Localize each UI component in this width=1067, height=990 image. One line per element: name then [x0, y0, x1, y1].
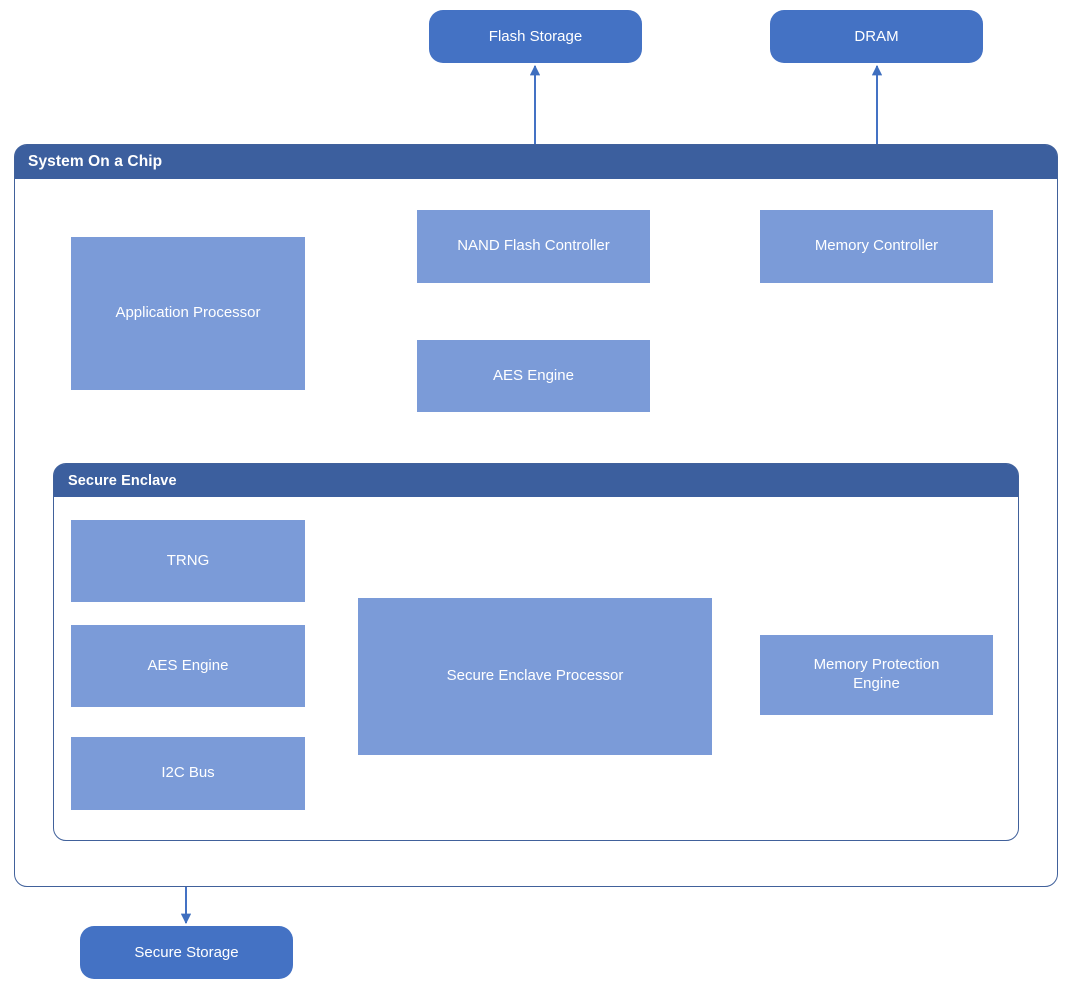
- system-on-a-chip-title: System On a Chip: [28, 153, 163, 170]
- secure-storage-node[interactable]: Secure Storage: [80, 926, 293, 979]
- secure-enclave-processor-block[interactable]: Secure Enclave Processor: [358, 598, 712, 755]
- trng-block[interactable]: TRNG: [71, 520, 305, 602]
- memory-protection-engine-label-line2: Engine: [853, 675, 900, 692]
- memory-controller-block[interactable]: Memory Controller: [760, 210, 993, 283]
- trng-label: TRNG: [166, 551, 210, 569]
- i2c-bus-block[interactable]: I2C Bus: [71, 737, 305, 810]
- flash-storage-label: Flash Storage: [488, 28, 583, 45]
- aes-engine-enclave-label: AES Engine: [147, 656, 229, 674]
- secure-storage-label: Secure Storage: [134, 944, 239, 961]
- dram-label: DRAM: [854, 28, 899, 45]
- nand-flash-controller-label: NAND Flash Controller: [457, 237, 610, 255]
- dram-node[interactable]: DRAM: [770, 10, 983, 63]
- secure-enclave-title: Secure Enclave: [68, 472, 177, 489]
- memory-controller-label: Memory Controller: [814, 237, 939, 255]
- memory-protection-engine-block[interactable]: Memory Protection Engine: [760, 635, 993, 715]
- secure-enclave-header: Secure Enclave: [54, 464, 1018, 497]
- application-processor-label: Application Processor: [115, 304, 261, 322]
- system-on-a-chip-header: System On a Chip: [15, 145, 1057, 179]
- aes-engine-enclave-block[interactable]: AES Engine: [71, 625, 305, 707]
- i2c-bus-label: I2C Bus: [161, 764, 215, 782]
- nand-flash-controller-block[interactable]: NAND Flash Controller: [417, 210, 650, 283]
- aes-engine-soc-block[interactable]: AES Engine: [417, 340, 650, 412]
- application-processor-block[interactable]: Application Processor: [71, 237, 305, 390]
- secure-enclave-processor-label: Secure Enclave Processor: [446, 667, 624, 685]
- flash-storage-node[interactable]: Flash Storage: [429, 10, 642, 63]
- aes-engine-soc-label: AES Engine: [493, 366, 574, 384]
- memory-protection-engine-label-line1: Memory Protection: [813, 656, 940, 674]
- soc-architecture-diagram: Flash Storage DRAM Secure Storage System…: [0, 0, 1067, 990]
